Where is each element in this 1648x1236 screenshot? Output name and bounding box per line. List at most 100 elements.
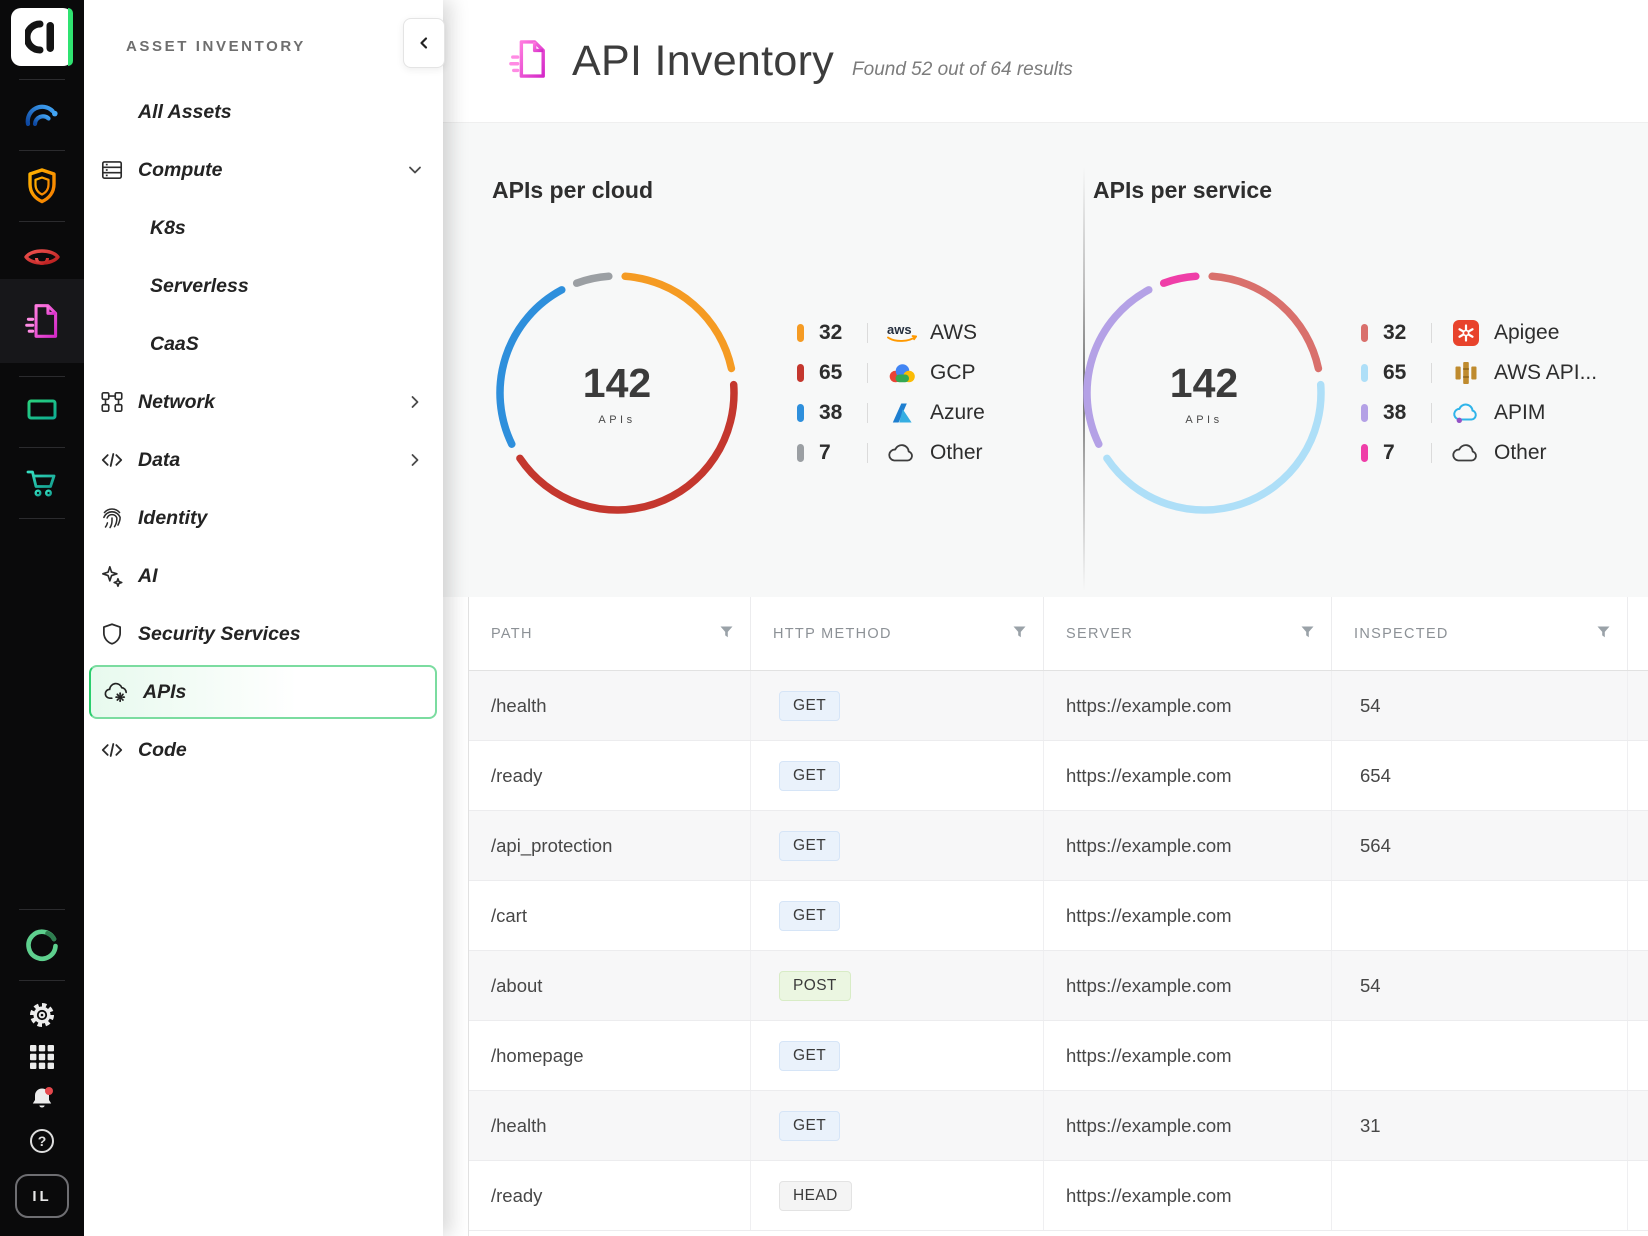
chart-title: APIs per service xyxy=(1093,177,1648,204)
chevron-right-icon[interactable] xyxy=(405,392,425,412)
chevron-right-icon[interactable] xyxy=(405,450,425,470)
legend-item-apigee: 32Apigee xyxy=(1361,313,1597,353)
column-header-label: SERVER xyxy=(1066,626,1133,642)
cell-path: /ready xyxy=(469,741,751,810)
column-header-label: HTTP METHOD xyxy=(773,626,892,642)
cell-inspected: 54 xyxy=(1332,671,1628,740)
legend-value: 7 xyxy=(819,441,867,465)
apigee-icon xyxy=(1448,319,1484,347)
rail-divider xyxy=(19,980,65,981)
code-brackets-icon xyxy=(98,737,125,764)
legend-separator xyxy=(867,403,868,423)
sidebar-title: ASSET INVENTORY xyxy=(84,0,443,55)
table-row[interactable]: /aboutPOSThttps://example.com54 xyxy=(469,951,1648,1021)
api-table: PATHHTTP METHODSERVERINSPECTED /healthGE… xyxy=(468,597,1648,1236)
legend-color-pill xyxy=(797,404,804,422)
cell-method: GET xyxy=(751,671,1044,740)
sidebar-item-code[interactable]: Code xyxy=(84,721,443,779)
sidebar-item-apis[interactable]: APIs xyxy=(89,665,437,719)
chevron-down-icon[interactable] xyxy=(405,160,425,180)
marketplace-cart-icon[interactable] xyxy=(0,461,84,505)
table-row[interactable]: /cartGEThttps://example.com xyxy=(469,881,1648,951)
cell-server: https://example.com xyxy=(1044,951,1332,1020)
rail-divider xyxy=(19,221,65,222)
cell-path: /api_protection xyxy=(469,811,751,880)
legend-label: Other xyxy=(1494,441,1547,465)
cell-server: https://example.com xyxy=(1044,1021,1332,1090)
cell-path: /about xyxy=(469,951,751,1020)
cell-inspected: 564 xyxy=(1332,811,1628,880)
table-row[interactable]: /readyHEADhttps://example.com xyxy=(469,1161,1648,1231)
filter-funnel-icon[interactable] xyxy=(1597,626,1610,642)
apps-grid-icon[interactable] xyxy=(0,1036,84,1078)
filter-funnel-icon[interactable] xyxy=(1301,626,1314,642)
sidebar-item-label: CaaS xyxy=(150,333,199,356)
dashboard-gauge-icon[interactable] xyxy=(0,93,84,137)
sidebar-item-compute[interactable]: Compute xyxy=(84,141,443,199)
table-row-filler xyxy=(1628,811,1648,880)
table-row[interactable]: /api_protectionGEThttps://example.com564 xyxy=(469,811,1648,881)
cell-inspected: 654 xyxy=(1332,741,1628,810)
azure-icon xyxy=(884,401,920,425)
help-icon[interactable]: ? xyxy=(0,1120,84,1162)
sidebar-item-security-services[interactable]: Security Services xyxy=(84,605,443,663)
cloud-outline-icon xyxy=(884,441,920,465)
cell-path: /ready xyxy=(469,1161,751,1230)
orca-logo[interactable] xyxy=(11,8,73,66)
column-header-inspected[interactable]: INSPECTED xyxy=(1332,597,1628,670)
app-rail: ? IL xyxy=(0,0,84,1236)
sidebar-item-k8s[interactable]: K8s xyxy=(84,199,443,257)
sidebar-item-serverless[interactable]: Serverless xyxy=(84,257,443,315)
sidebar-collapse-button[interactable] xyxy=(403,18,445,68)
table-row[interactable]: /healthGEThttps://example.com31 xyxy=(469,1091,1648,1161)
security-shield-icon[interactable] xyxy=(0,164,84,208)
column-header-http-method[interactable]: HTTP METHOD xyxy=(751,597,1044,670)
cell-method: GET xyxy=(751,741,1044,810)
cell-method: GET xyxy=(751,1091,1044,1160)
filter-funnel-icon[interactable] xyxy=(1013,626,1026,642)
api-inventory-doc-icon[interactable] xyxy=(0,279,84,363)
legend-value: 65 xyxy=(819,361,867,385)
chart-apis-per-service: APIs per service 142 APIs 32Apigee65AWS … xyxy=(1083,123,1648,597)
legend-item-aws-api: 65AWS API... xyxy=(1361,353,1597,393)
cell-method: GET xyxy=(751,1021,1044,1090)
sidebar-item-data[interactable]: Data xyxy=(84,431,443,489)
donut-segment-other xyxy=(577,276,609,283)
sidebar-item-ai[interactable]: AI xyxy=(84,547,443,605)
sidebar-item-network[interactable]: Network xyxy=(84,373,443,431)
sidebar-item-identity[interactable]: Identity xyxy=(84,489,443,547)
column-header-server[interactable]: SERVER xyxy=(1044,597,1332,670)
cell-server: https://example.com xyxy=(1044,671,1332,740)
filter-funnel-icon[interactable] xyxy=(720,626,733,642)
cell-path: /health xyxy=(469,1091,751,1160)
sidebar-item-label: Compute xyxy=(138,159,223,182)
visibility-eye-icon[interactable] xyxy=(0,235,84,279)
endpoints-monitor-icon[interactable] xyxy=(0,390,84,434)
user-avatar[interactable]: IL xyxy=(15,1174,69,1218)
http-method-badge: GET xyxy=(779,1111,840,1141)
column-header-path[interactable]: PATH xyxy=(469,597,751,670)
cell-method: HEAD xyxy=(751,1161,1044,1230)
table-row[interactable]: /healthGEThttps://example.com54 xyxy=(469,671,1648,741)
page-header: API Inventory Found 52 out of 64 results xyxy=(443,0,1648,122)
table-row[interactable]: /homepageGEThttps://example.com xyxy=(469,1021,1648,1091)
svg-text:?: ? xyxy=(38,1133,47,1149)
cell-inspected xyxy=(1332,1161,1628,1230)
sidebar-item-caas[interactable]: CaaS xyxy=(84,315,443,373)
asset-inventory-sidebar: ASSET INVENTORY All Assets Compute K8sServ… xyxy=(84,0,443,1236)
sidebar-item-label: Data xyxy=(138,449,180,472)
orca-ring-icon[interactable] xyxy=(0,923,84,967)
legend-value: 38 xyxy=(1383,401,1431,425)
table-row-filler xyxy=(1628,741,1648,810)
table-row[interactable]: /readyGEThttps://example.com654 xyxy=(469,741,1648,811)
legend-separator xyxy=(867,443,868,463)
legend-item-other: 7Other xyxy=(797,433,985,473)
sidebar-item-all-assets[interactable]: All Assets xyxy=(84,83,443,141)
notifications-bell-icon[interactable] xyxy=(0,1078,84,1120)
legend-color-pill xyxy=(1361,324,1368,342)
legend-label: AWS xyxy=(930,321,977,345)
http-method-badge: GET xyxy=(779,691,840,721)
table-row-filler xyxy=(1628,1021,1648,1090)
cell-path: /cart xyxy=(469,881,751,950)
settings-gear-icon[interactable] xyxy=(0,994,84,1036)
